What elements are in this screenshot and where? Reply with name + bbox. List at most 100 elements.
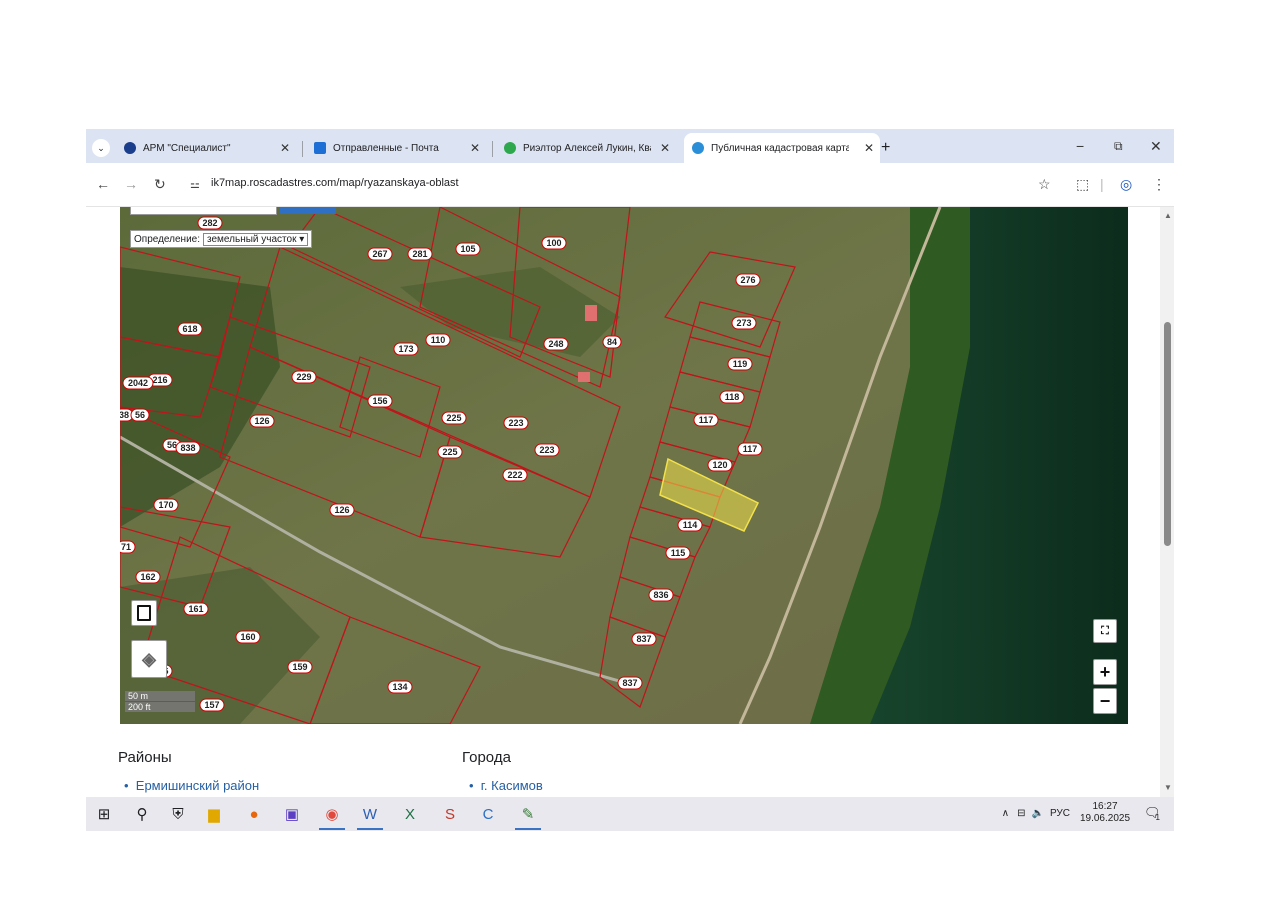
url-text[interactable]: ik7map.roscadastres.com/map/ryazanskaya-… bbox=[211, 177, 459, 189]
back-icon[interactable]: ← bbox=[96, 176, 110, 192]
tab-title: Отправленные - Почта bbox=[333, 142, 439, 154]
parcel-number: 161 bbox=[188, 604, 203, 614]
parcel-number: 618 bbox=[182, 324, 197, 334]
parcel-number: 216 bbox=[152, 375, 167, 385]
definition-select-value: земельный участок bbox=[207, 233, 297, 245]
site-favicon-icon bbox=[124, 142, 136, 154]
close-icon[interactable]: ✕ bbox=[660, 141, 670, 155]
file-explorer-icon[interactable]: ▆ bbox=[204, 804, 224, 824]
language-indicator[interactable]: РУС bbox=[1050, 808, 1070, 819]
tab-title: Публичная кадастровая карта bbox=[711, 142, 849, 154]
profile-icon[interactable]: ◎ bbox=[1120, 176, 1132, 193]
excel-icon[interactable]: X bbox=[400, 804, 420, 824]
definition-control: Определение: земельный участок ▾ bbox=[130, 230, 313, 248]
security-shield-icon[interactable]: ⛨ bbox=[168, 804, 188, 824]
city-link[interactable]: • г. Касимов bbox=[469, 778, 543, 793]
volume-icon[interactable]: 🔈 bbox=[1031, 808, 1043, 819]
close-window-icon[interactable]: ✕ bbox=[1150, 138, 1162, 155]
parcel-number: 160 bbox=[240, 632, 255, 642]
scale-feet: 200 ft bbox=[125, 702, 195, 712]
toolbar-divider: | bbox=[1100, 176, 1104, 192]
tab-cadastral-map[interactable]: Публичная кадастровая карта ✕ bbox=[684, 133, 880, 163]
tab-search-button[interactable]: ⌄ bbox=[92, 133, 112, 163]
building-marker bbox=[578, 372, 590, 382]
network-icon[interactable]: ⊟ bbox=[1017, 808, 1025, 819]
parcel-number: 281 bbox=[412, 249, 427, 259]
clock[interactable]: 16:27 19.06.2025 bbox=[1080, 801, 1130, 825]
notification-count: 1 bbox=[1155, 812, 1160, 822]
close-icon[interactable]: ✕ bbox=[280, 141, 290, 155]
tray-expand-icon[interactable]: ∧ bbox=[1002, 808, 1009, 819]
layers-button[interactable]: ◈ bbox=[131, 640, 167, 678]
parcel-number: 38 bbox=[120, 410, 129, 420]
clock-date: 19.06.2025 bbox=[1079, 813, 1131, 824]
app-pen-icon[interactable]: ✎ bbox=[515, 804, 541, 830]
extensions-icon[interactable]: ⬚ bbox=[1076, 176, 1089, 193]
tab-arm[interactable]: АРМ "Специалист" ✕ bbox=[124, 133, 296, 163]
parcel-number: 115 bbox=[671, 548, 686, 558]
bookmark-star-icon[interactable]: ☆ bbox=[1038, 176, 1051, 193]
clock-time: 16:27 bbox=[1092, 801, 1118, 812]
cities-heading: Города bbox=[462, 749, 511, 766]
parcel-number: 229 bbox=[296, 372, 311, 382]
parcel-number: 159 bbox=[292, 662, 307, 672]
parcel-number: 56 bbox=[167, 440, 177, 450]
save-disk-icon[interactable]: ▣ bbox=[282, 804, 302, 824]
tab-realtor[interactable]: Риэлтор Алексей Лукин, Квадр ✕ bbox=[504, 133, 676, 163]
forward-icon[interactable]: → bbox=[124, 176, 138, 192]
restore-icon[interactable]: ⧉ bbox=[1114, 139, 1123, 154]
parcel-number: 173 bbox=[398, 344, 413, 354]
fullscreen-icon: ⛶ bbox=[1101, 624, 1109, 637]
zoom-in-button[interactable]: + bbox=[1093, 659, 1117, 685]
parcel-number: 156 bbox=[372, 396, 387, 406]
scrollbar-thumb[interactable] bbox=[1164, 322, 1171, 546]
cadastral-map[interactable]: 276 273 119 118 117 117 120 114 115 836 837 837 100 1… bbox=[120, 207, 1128, 724]
reload-icon[interactable]: ↻ bbox=[154, 176, 166, 193]
parcel-number: 836 bbox=[653, 590, 668, 600]
windows-start-icon[interactable]: ⊞ bbox=[94, 804, 114, 824]
search-button[interactable] bbox=[280, 207, 336, 214]
parcel-number: 71 bbox=[121, 542, 131, 552]
scroll-down-icon[interactable]: ▼ bbox=[1164, 783, 1172, 792]
search-icon[interactable]: ⚲ bbox=[132, 804, 152, 824]
definition-select[interactable]: земельный участок ▾ bbox=[203, 232, 309, 246]
parcel-number: 126 bbox=[254, 416, 269, 426]
scroll-up-icon[interactable]: ▲ bbox=[1164, 211, 1172, 220]
parcel-number: 223 bbox=[539, 445, 554, 455]
parcel-number: 170 bbox=[158, 500, 173, 510]
app-s-icon[interactable]: S bbox=[440, 804, 460, 824]
minimize-icon[interactable]: − bbox=[1076, 138, 1084, 154]
parcel-number: 838 bbox=[180, 443, 195, 453]
parcel-number: 225 bbox=[442, 447, 457, 457]
parcel-number: 223 bbox=[508, 418, 523, 428]
chevron-down-icon: ⌄ bbox=[92, 139, 110, 157]
parcel-number: 114 bbox=[683, 520, 698, 530]
app-c-icon[interactable]: C bbox=[478, 804, 498, 824]
parcel-number: 157 bbox=[204, 700, 219, 710]
search-input[interactable] bbox=[130, 207, 277, 215]
zoom-out-button[interactable]: − bbox=[1093, 688, 1117, 714]
scale-meters: 50 m bbox=[125, 691, 195, 701]
fullscreen-button[interactable]: ⛶ bbox=[1093, 619, 1117, 643]
parcel-number: 2042 bbox=[128, 378, 148, 388]
new-tab-button[interactable]: + bbox=[881, 133, 890, 163]
menu-kebab-icon[interactable]: ⋮ bbox=[1152, 176, 1166, 193]
close-icon[interactable]: ✕ bbox=[864, 141, 874, 155]
word-icon[interactable]: W bbox=[357, 804, 383, 830]
close-icon[interactable]: ✕ bbox=[470, 141, 480, 155]
parcel-number: 117 bbox=[699, 415, 714, 425]
ruler-icon bbox=[137, 605, 151, 621]
building-marker bbox=[585, 305, 597, 321]
measure-tool-button[interactable] bbox=[131, 600, 157, 626]
parcel-number: 282 bbox=[202, 218, 217, 228]
site-info-icon[interactable]: ⚍ bbox=[190, 178, 200, 191]
layers-icon: ◈ bbox=[142, 648, 156, 669]
definition-label: Определение: bbox=[134, 233, 201, 245]
district-link[interactable]: • Ермишинский район bbox=[124, 778, 259, 793]
site-favicon-icon bbox=[692, 142, 704, 154]
parcel-number: 100 bbox=[546, 238, 561, 248]
chrome-icon[interactable]: ◉ bbox=[319, 804, 345, 830]
parcel-number: 56 bbox=[135, 410, 145, 420]
firefox-icon[interactable]: ● bbox=[244, 804, 264, 824]
tab-mail[interactable]: Отправленные - Почта ✕ bbox=[314, 133, 486, 163]
